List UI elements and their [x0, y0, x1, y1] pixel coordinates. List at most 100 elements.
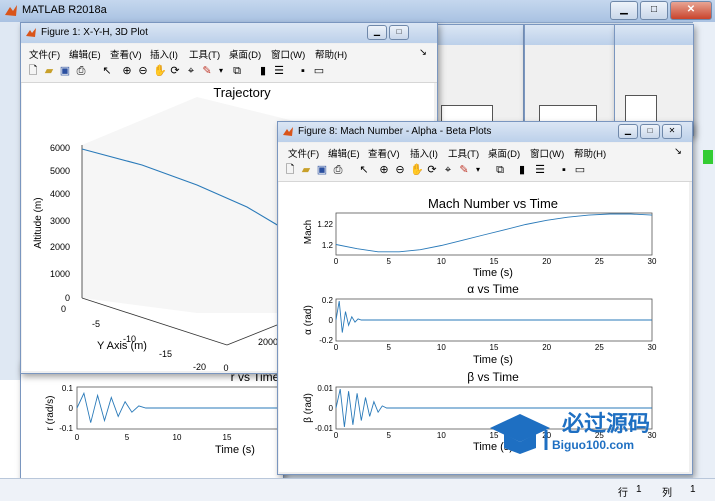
beta-ytick-1: 0: [329, 404, 334, 413]
alpha-ylabel: α (rad): [303, 305, 314, 335]
menu-dock-icon[interactable]: ↘: [419, 47, 427, 58]
ztick-4: 2000: [50, 242, 70, 252]
show-tools-icon[interactable]: ▭: [313, 65, 325, 77]
alpha-xt-tick: 15: [490, 343, 499, 352]
menu-insert[interactable]: 插入(I): [150, 47, 178, 61]
zoom-in-icon[interactable]: ⊕: [378, 164, 390, 176]
new-figure-icon[interactable]: 🗋: [284, 164, 296, 176]
data-cursor-icon[interactable]: ⌖: [185, 65, 197, 77]
mach-xt-tick: 25: [595, 257, 604, 266]
colorbar-icon[interactable]: ▮: [257, 65, 269, 77]
zoom-out-icon[interactable]: ⊖: [394, 164, 406, 176]
print-icon[interactable]: ⎙: [75, 65, 87, 77]
ytick-3: -15: [159, 349, 172, 359]
matlab-logo-icon: [5, 5, 17, 16]
alpha-ytick-0: 0.2: [322, 296, 334, 305]
menu-window[interactable]: 窗口(W): [271, 47, 305, 61]
pan-hand-icon[interactable]: ✋: [153, 65, 167, 77]
mach-xt-tick: 20: [542, 257, 551, 266]
rotate-3d-icon[interactable]: ⟳: [426, 164, 438, 176]
figure1-toolbar: 🗋 ▰ ▣ ⎙ ↖ ⊕ ⊖ ✋ ⟳ ⌖ ✎ ▾ ⧉ ▮ ☰ ▪ ▭: [21, 62, 437, 83]
maximize-button[interactable]: □: [640, 1, 668, 20]
hide-tools-icon[interactable]: ▪: [297, 65, 309, 77]
menu-file[interactable]: 文件(F): [288, 146, 319, 160]
figure-icon: [26, 28, 36, 37]
bg-figure-window-c[interactable]: [614, 24, 694, 136]
r-ylabel: r (rad/s): [45, 396, 56, 431]
figure8-title: Figure 8: Mach Number - Alpha - Beta Plo…: [298, 126, 492, 137]
minimize-button[interactable]: ▁: [610, 1, 638, 20]
menu-insert[interactable]: 插入(I): [410, 146, 438, 160]
hide-tools-icon[interactable]: ▪: [558, 164, 570, 176]
pan-hand-icon[interactable]: ✋: [410, 164, 424, 176]
figure8-titlebar: Figure 8: Mach Number - Alpha - Beta Plo…: [278, 122, 692, 142]
fig1-maximize-button[interactable]: □: [389, 25, 409, 40]
show-tools-icon[interactable]: ▭: [574, 164, 586, 176]
menu-view[interactable]: 查看(V): [368, 146, 400, 160]
beta-xt-tick: 5: [386, 431, 391, 440]
open-folder-icon[interactable]: ▰: [43, 65, 55, 77]
save-icon[interactable]: ▣: [59, 65, 71, 77]
bg-figure-window-a[interactable]: [434, 24, 524, 136]
menu-desktop[interactable]: 桌面(D): [229, 47, 261, 61]
rotate-3d-icon[interactable]: ⟳: [169, 65, 181, 77]
menu-edit[interactable]: 编辑(E): [328, 146, 360, 160]
beta-xt-tick: 0: [334, 431, 339, 440]
menu-file[interactable]: 文件(F): [29, 47, 60, 61]
alpha-title: α vs Time: [467, 282, 519, 296]
colorbar-icon[interactable]: ▮: [516, 164, 528, 176]
status-indicator: [703, 150, 713, 164]
fig8-maximize-button[interactable]: □: [640, 124, 660, 139]
data-cursor-icon[interactable]: ⌖: [442, 164, 454, 176]
brush-dropdown-icon[interactable]: ▾: [472, 164, 484, 176]
menu-help[interactable]: 帮助(H): [315, 47, 347, 61]
mach-series-line: [335, 213, 653, 253]
row-value: 1: [636, 484, 642, 495]
trajectory-ylabel: Y Axis (m): [97, 340, 147, 352]
fig1-minimize-button[interactable]: ▁: [367, 25, 387, 40]
mach-title: Mach Number vs Time: [428, 196, 558, 211]
trajectory-title: Trajectory: [213, 85, 271, 100]
mach-xt-tick: 0: [334, 257, 339, 266]
zoom-out-icon[interactable]: ⊖: [137, 65, 149, 77]
menu-tools[interactable]: 工具(T): [448, 146, 479, 160]
ztick-2: 4000: [50, 189, 70, 199]
bg-figure-window-b[interactable]: [524, 24, 616, 136]
bg-figure-r-window[interactable]: r vs Time r (rad/s) 0.1 0 -0.1 0 5 10 15…: [20, 360, 284, 480]
legend-icon[interactable]: ☰: [534, 164, 546, 176]
pointer-icon[interactable]: ↖: [358, 164, 370, 176]
fig8-close-button[interactable]: ✕: [662, 124, 682, 139]
r-series-line: [76, 391, 283, 423]
menu-window[interactable]: 窗口(W): [530, 146, 564, 160]
pointer-icon[interactable]: ↖: [101, 65, 113, 77]
legend-icon[interactable]: ☰: [273, 65, 285, 77]
r-xlabel: Time (s): [215, 444, 255, 456]
ztick-3: 3000: [50, 216, 70, 226]
menu-dock-icon[interactable]: ↘: [674, 146, 682, 157]
brush-icon[interactable]: ✎: [458, 164, 470, 176]
trajectory-zlabel: Altitude (m): [33, 197, 44, 248]
r-xtick-2: 10: [173, 433, 182, 442]
menu-desktop[interactable]: 桌面(D): [488, 146, 520, 160]
menu-edit[interactable]: 编辑(E): [69, 47, 101, 61]
r-ytick-1: 0: [69, 404, 74, 413]
open-folder-icon[interactable]: ▰: [300, 164, 312, 176]
ytick-1: -5: [92, 319, 100, 329]
fig8-minimize-button[interactable]: ▁: [618, 124, 638, 139]
menu-tools[interactable]: 工具(T): [189, 47, 220, 61]
zoom-in-icon[interactable]: ⊕: [121, 65, 133, 77]
beta-ylabel: β (rad): [303, 393, 314, 423]
link-plot-icon[interactable]: ⧉: [231, 65, 243, 77]
menu-view[interactable]: 查看(V): [110, 47, 142, 61]
alpha-xt-tick: 20: [542, 343, 551, 352]
brush-dropdown-icon[interactable]: ▾: [215, 65, 227, 77]
figure8-toolbar: 🗋 ▰ ▣ ⎙ ↖ ⊕ ⊖ ✋ ⟳ ⌖ ✎ ▾ ⧉ ▮ ☰ ▪ ▭: [278, 161, 692, 182]
brush-icon[interactable]: ✎: [201, 65, 213, 77]
link-plot-icon[interactable]: ⧉: [494, 164, 506, 176]
menu-help[interactable]: 帮助(H): [574, 146, 606, 160]
new-figure-icon[interactable]: 🗋: [27, 65, 39, 77]
save-icon[interactable]: ▣: [316, 164, 328, 176]
print-icon[interactable]: ⎙: [332, 164, 344, 176]
xtick-1: 2000: [258, 337, 278, 347]
close-button[interactable]: ✕: [670, 1, 712, 20]
